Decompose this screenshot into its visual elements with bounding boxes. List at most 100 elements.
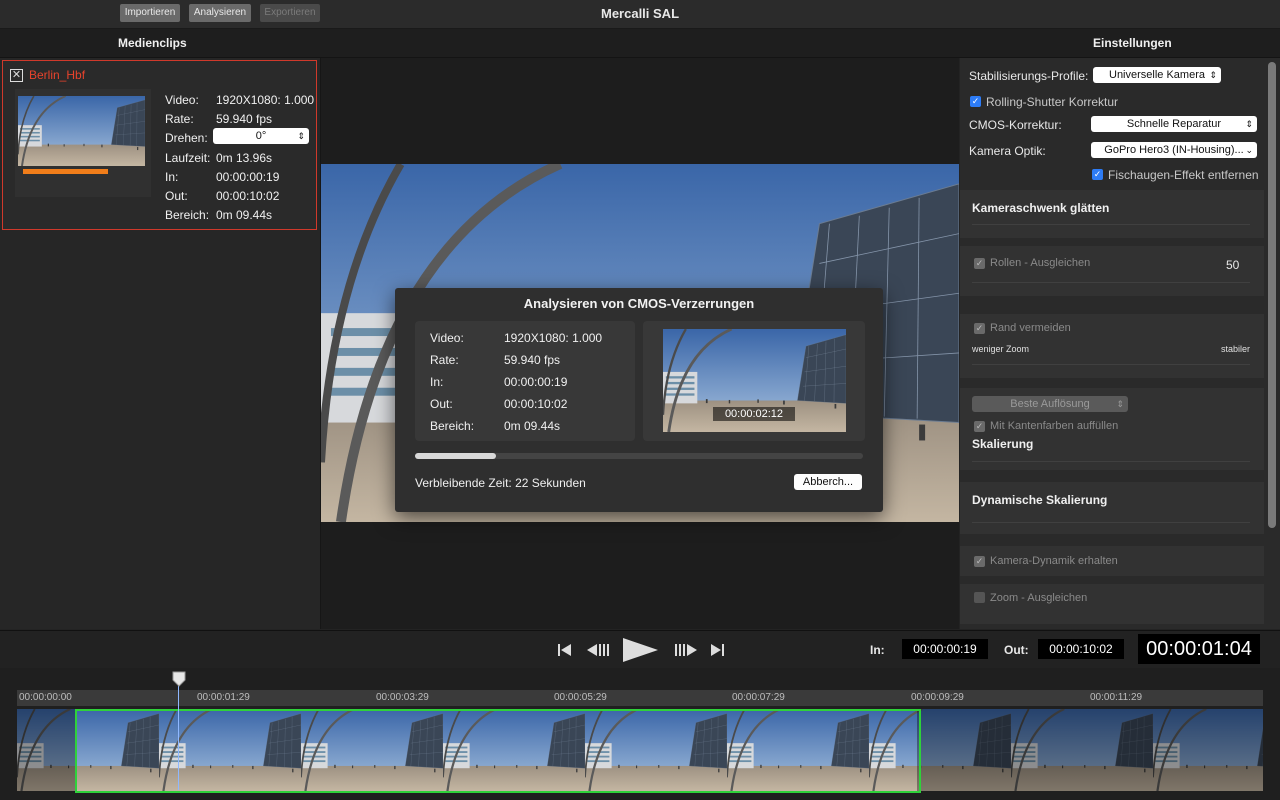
timeline-tick: 00:00:03:29 <box>376 692 429 703</box>
dialog-preview-box: 00:00:02:12 <box>643 321 865 441</box>
section-roll: ✓ Rollen - Ausgleichen 50 <box>960 246 1264 296</box>
clip-progress-bar <box>23 169 108 174</box>
clip-label-out: Out: <box>165 189 188 203</box>
profile-select[interactable]: Universelle Kamera ⇕ <box>1093 67 1221 83</box>
rotate-value: 0° <box>255 130 267 142</box>
zoom-stability-slider[interactable] <box>972 364 1250 365</box>
more-stable-label: stabiler <box>1221 344 1251 354</box>
dialog-label-video: Video: <box>430 331 464 345</box>
skip-to-end-icon[interactable] <box>710 642 726 658</box>
stepper-icon: ⇕ <box>1116 399 1124 409</box>
dialog-range-value: 0m 09.44s <box>504 419 561 433</box>
clip-remove-checkbox[interactable]: ✕ <box>10 69 23 82</box>
rolling-shutter-label: Rolling-Shutter Korrektur <box>986 95 1119 109</box>
optics-label: Kamera Optik: <box>969 144 1046 158</box>
out-timecode[interactable]: 00:00:10:02 <box>1038 639 1124 659</box>
section-dynamic-scaling: Dynamische Skalierung <box>960 482 1264 534</box>
dialog-title: Analysieren von CMOS-Verzerrungen <box>523 296 755 311</box>
roll-checkbox[interactable]: ✓ <box>974 258 985 269</box>
dialog-out-value: 00:00:10:02 <box>504 397 568 411</box>
dynamic-scaling-slider[interactable] <box>972 522 1250 523</box>
media-clips-panel: ✕ Berlin_Hbf Video: Rate: Drehen: Laufze… <box>0 58 321 629</box>
timeline-tick: 00:00:11:29 <box>1090 692 1143 703</box>
stepper-icon: ⇕ <box>1209 70 1217 80</box>
timeline-tick: 00:00:05:29 <box>554 692 607 703</box>
clip-label-video: Video: <box>165 93 199 107</box>
cmos-select[interactable]: Schnelle Reparatur ⇕ <box>1091 116 1257 132</box>
roll-label: Rollen - Ausgleichen <box>990 257 1091 269</box>
dialog-video-value: 1920X1080: 1.000 <box>504 331 603 345</box>
playhead-handle[interactable] <box>171 671 187 687</box>
clip-label-duration: Laufzeit: <box>165 151 211 165</box>
pan-smoothing-divider <box>972 224 1250 225</box>
cmos-label: CMOS-Korrektur: <box>969 118 1062 132</box>
avoid-border-checkbox[interactable]: ✓ <box>974 323 985 334</box>
cancel-button[interactable]: Abberch... <box>794 474 862 490</box>
clip-rate-value: 59.940 fps <box>216 112 273 126</box>
panel-header-bar: Medienclips Einstellungen <box>0 29 1280 58</box>
remaining-time-text: Verbleibende Zeit: 22 Sekunden <box>415 476 586 490</box>
dialog-preview-timecode: 00:00:02:12 <box>713 407 795 421</box>
current-timecode: 00:00:01:04 <box>1138 634 1260 664</box>
in-timecode[interactable]: 00:00:00:19 <box>902 639 988 659</box>
timeline-tick: 00:00:09:29 <box>911 692 964 703</box>
keep-dynamics-checkbox[interactable]: ✓ <box>974 556 985 567</box>
clip-in-value: 00:00:00:19 <box>216 170 280 184</box>
clip-duration-value: 0m 13.96s <box>216 151 273 165</box>
settings-header: Einstellungen <box>1093 36 1172 50</box>
clip-out-value: 00:00:10:02 <box>216 189 280 203</box>
zoom-comp-checkbox[interactable] <box>974 592 985 603</box>
rotate-select[interactable]: 0° ⇕ <box>213 128 309 144</box>
skip-to-start-icon[interactable] <box>556 642 572 658</box>
scaling-slider[interactable] <box>972 461 1250 462</box>
transport-bar: In: 00:00:00:19 Out: 00:00:10:02 00:00:0… <box>0 630 1280 669</box>
section-zoom-comp: Zoom - Ausgleichen <box>960 584 1264 624</box>
step-back-icon[interactable] <box>586 642 610 658</box>
section-pan-smoothing: Kameraschwenk glätten <box>960 190 1264 238</box>
edge-fill-checkbox[interactable]: ✓ <box>974 421 985 432</box>
dynamic-scaling-header: Dynamische Skalierung <box>972 493 1108 507</box>
clip-label-range: Bereich: <box>165 208 210 222</box>
rolling-shutter-checkbox[interactable]: ✓ <box>970 96 981 107</box>
fisheye-label: Fischaugen-Effekt entfernen <box>1108 168 1259 182</box>
timeline-tick: 00:00:07:29 <box>732 692 785 703</box>
resolution-select[interactable]: Beste Auflösung ⇕ <box>972 396 1128 412</box>
chevron-down-icon: ⌄ <box>1245 145 1253 155</box>
clip-range-value: 0m 09.44s <box>216 208 273 222</box>
clip-video-value: 1920X1080: 1.000 <box>216 93 315 107</box>
analysis-progress-fill <box>415 453 496 459</box>
clip-card[interactable]: ✕ Berlin_Hbf Video: Rate: Drehen: Laufze… <box>2 60 317 230</box>
dialog-label-range: Bereich: <box>430 419 475 433</box>
section-scaling: Beste Auflösung ⇕ ✓ Mit Kantenfarben auff… <box>960 388 1264 470</box>
mediaclips-header: Medienclips <box>118 36 187 50</box>
play-icon[interactable] <box>620 636 660 664</box>
step-forward-icon[interactable] <box>674 642 698 658</box>
clip-label-rate: Rate: <box>165 112 194 126</box>
optics-select[interactable]: GoPro Hero3 (IN-Housing)... ⌄ <box>1091 142 1257 158</box>
dialog-label-rate: Rate: <box>430 353 459 367</box>
keep-dynamics-label: Kamera-Dynamik erhalten <box>990 555 1118 567</box>
fisheye-checkbox[interactable]: ✓ <box>1092 169 1103 180</box>
app-title: Mercalli SAL <box>600 6 680 21</box>
settings-scrollbar[interactable] <box>1268 62 1276 528</box>
roll-slider[interactable] <box>972 282 1250 283</box>
avoid-border-label: Rand vermeiden <box>990 322 1071 334</box>
dialog-label-in: In: <box>430 375 444 389</box>
pan-smoothing-header: Kameraschwenk glätten <box>972 201 1110 215</box>
analysis-dialog: Analysieren von CMOS-Verzerrungen Video:… <box>395 288 883 512</box>
section-avoid-border: ✓ Rand vermeiden weniger Zoom stabiler <box>960 314 1264 378</box>
section-keep-dynamics: ✓ Kamera-Dynamik erhalten <box>960 546 1264 576</box>
dialog-in-value: 00:00:00:19 <box>504 375 568 389</box>
less-zoom-label: weniger Zoom <box>972 344 1030 354</box>
resolution-value: Beste Auflösung <box>1010 398 1090 410</box>
clip-name: Berlin_Hbf <box>29 68 86 82</box>
zoom-comp-label: Zoom - Ausgleichen <box>990 592 1088 604</box>
dialog-label-out: Out: <box>430 397 453 411</box>
cmos-value: Schnelle Reparatur <box>1126 118 1222 130</box>
clip-thumbnail[interactable] <box>18 96 145 166</box>
clip-label-rotate: Drehen: <box>165 131 208 145</box>
dialog-info-box: Video: Rate: In: Out: Bereich: 1920X1080… <box>415 321 635 441</box>
scaling-header: Skalierung <box>972 437 1034 451</box>
playhead-line <box>178 676 179 790</box>
timeline-selection-range[interactable] <box>75 709 921 793</box>
